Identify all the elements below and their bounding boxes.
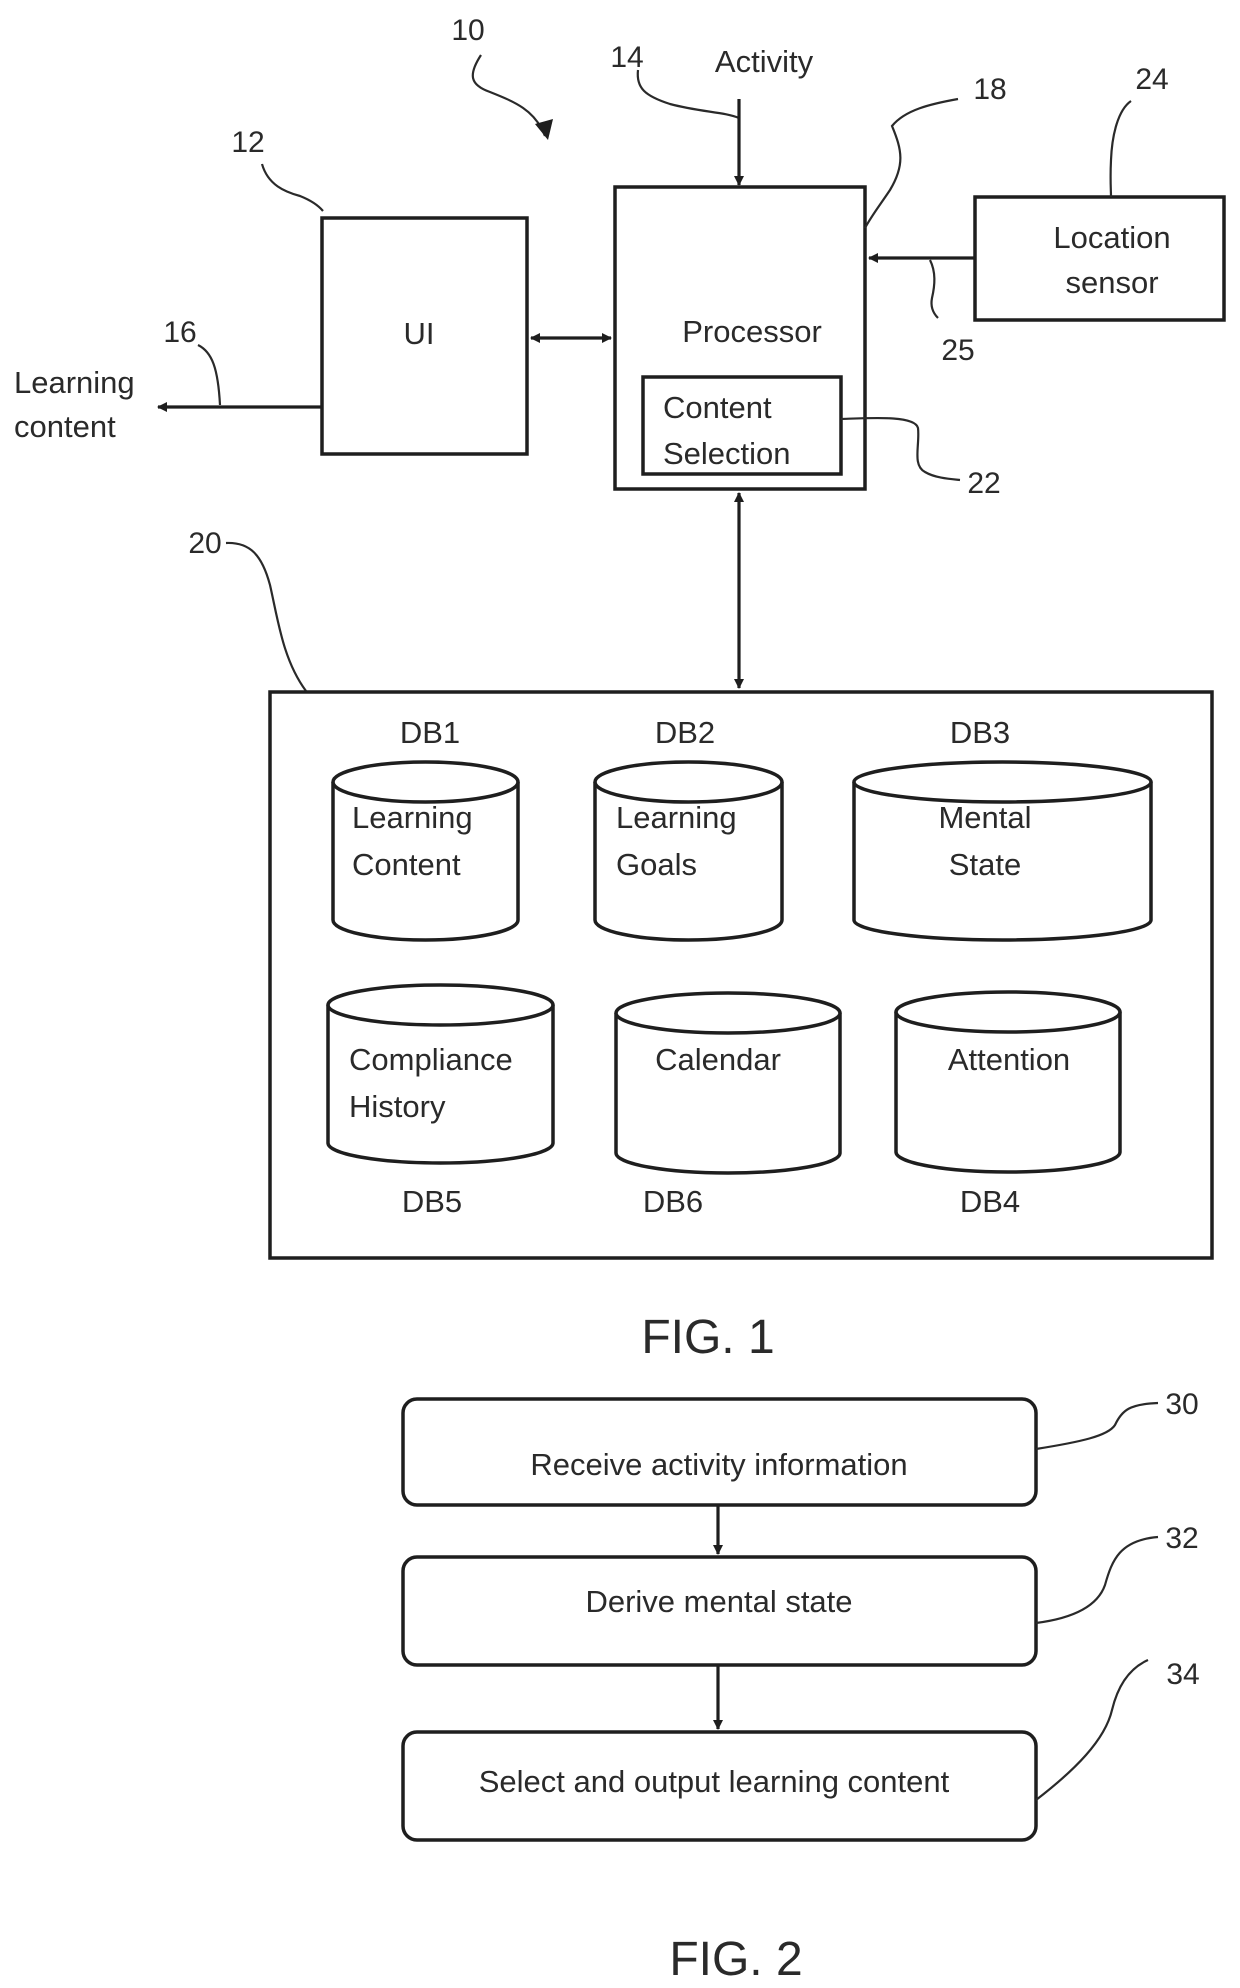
leader-32 bbox=[1035, 1535, 1159, 1625]
leader-30 bbox=[1035, 1401, 1159, 1451]
ref-10: 10 bbox=[451, 14, 484, 47]
flow-step-32: Derive mental state 32 bbox=[401, 1522, 1199, 1667]
ref-32: 32 bbox=[1165, 1522, 1198, 1555]
database-cylinder-icon bbox=[326, 1005, 555, 1165]
ref-18: 18 bbox=[973, 73, 1006, 106]
ref-34: 34 bbox=[1166, 1658, 1199, 1691]
processor-label: Processor bbox=[682, 314, 822, 349]
database-name-line2: State bbox=[949, 847, 1021, 882]
figure-1-caption: FIG. 1 bbox=[641, 1311, 774, 1364]
database-name-line1: Attention bbox=[948, 1042, 1070, 1077]
figure-2-caption: FIG. 2 bbox=[669, 1933, 802, 1986]
database-cylinder-icon bbox=[894, 1012, 1122, 1174]
database-id-label: DB5 bbox=[402, 1184, 462, 1219]
ref-12: 12 bbox=[231, 126, 264, 159]
database-cylinder-top bbox=[894, 990, 1122, 1034]
database-cylinder-top bbox=[593, 760, 784, 804]
step-label: Receive activity information bbox=[530, 1447, 907, 1482]
leader-12 bbox=[260, 163, 324, 212]
database-name-line2: Content bbox=[352, 847, 461, 882]
ref-25: 25 bbox=[941, 334, 974, 367]
database-cylinder-top bbox=[852, 760, 1153, 804]
leader-25 bbox=[929, 259, 939, 319]
leader-34 bbox=[1035, 1658, 1149, 1801]
database-cylinder-icon bbox=[614, 1013, 842, 1175]
ref-14: 14 bbox=[610, 41, 643, 74]
ui-label: UI bbox=[404, 316, 435, 351]
output-label-line2: content bbox=[14, 409, 116, 444]
output-label-line1: Learning bbox=[14, 365, 135, 400]
location-sensor-box bbox=[973, 195, 1226, 322]
leader-16 bbox=[197, 344, 222, 406]
activity-label: Activity bbox=[715, 44, 814, 79]
database-name-line2: History bbox=[349, 1089, 446, 1124]
database-id-label: DB1 bbox=[400, 715, 460, 750]
database-id-label: DB3 bbox=[950, 715, 1010, 750]
ref-24: 24 bbox=[1135, 63, 1168, 96]
database-id-label: DB6 bbox=[643, 1184, 703, 1219]
location-sensor-label-line2: sensor bbox=[1065, 265, 1158, 300]
database-id-label: DB2 bbox=[655, 715, 715, 750]
system-pointer-arrow bbox=[471, 54, 547, 137]
database-name-line1: Compliance bbox=[349, 1042, 513, 1077]
ref-16: 16 bbox=[163, 316, 196, 349]
database-name-line1: Learning bbox=[352, 800, 473, 835]
flow-step-30: Receive activity information 30 bbox=[401, 1388, 1199, 1507]
ref-22: 22 bbox=[967, 467, 1000, 500]
content-selection-label-line1: Content bbox=[663, 390, 772, 425]
leader-20 bbox=[225, 541, 307, 692]
figure-1: 10 12 UI 16 Learning content 14 Activity… bbox=[14, 14, 1226, 1364]
content-selection-label-line2: Selection bbox=[663, 436, 791, 471]
location-sensor-label-line1: Location bbox=[1053, 220, 1170, 255]
database-id-label: DB4 bbox=[960, 1184, 1020, 1219]
step-label: Derive mental state bbox=[585, 1584, 852, 1619]
patent-figures: 10 12 UI 16 Learning content 14 Activity… bbox=[14, 14, 1226, 1986]
database-name-line1: Mental bbox=[938, 800, 1031, 835]
step-label: Select and output learning content bbox=[479, 1764, 950, 1799]
database-name-line1: Calendar bbox=[655, 1042, 781, 1077]
database-cylinder-top bbox=[614, 991, 842, 1035]
database-cylinder-top bbox=[326, 983, 555, 1027]
database-cylinder-top bbox=[331, 760, 520, 804]
flow-step-34: Select and output learning content 34 bbox=[401, 1658, 1200, 1842]
leader-18 bbox=[864, 97, 959, 229]
ref-30: 30 bbox=[1165, 1388, 1198, 1421]
database-name-line1: Learning bbox=[616, 800, 737, 835]
database-name-line2: Goals bbox=[616, 847, 697, 882]
leader-24 bbox=[1109, 100, 1132, 198]
figure-2: Receive activity information 30 Derive m… bbox=[401, 1388, 1200, 1986]
ref-20: 20 bbox=[188, 527, 221, 560]
